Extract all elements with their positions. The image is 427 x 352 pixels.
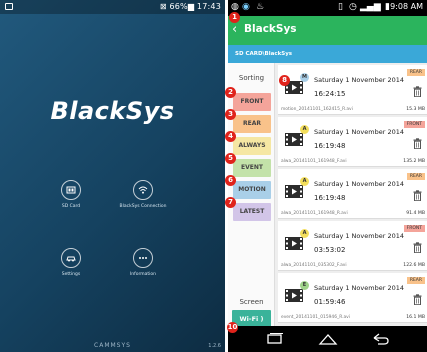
camera-tag: FRONT — [403, 121, 425, 128]
settings-label: Settings — [61, 272, 81, 277]
delete-icon[interactable] — [413, 190, 422, 201]
recording-type-badge: A — [300, 125, 309, 134]
file-time: 16:24:15 — [314, 90, 346, 98]
camera-tag: REAR — [406, 173, 425, 180]
delete-icon[interactable] — [413, 138, 422, 149]
file-name: event_20141101_015946_R.avi — [281, 315, 350, 320]
sd-card-label: SD Card — [61, 204, 81, 209]
wifi-icon — [138, 186, 148, 194]
bluetooth-icon: ◉ — [242, 2, 250, 12]
delete-icon[interactable] — [413, 242, 422, 253]
delete-icon[interactable] — [413, 86, 422, 97]
file-size: 135.2 MB — [403, 159, 425, 164]
app-title: BlackSys — [244, 23, 297, 35]
signal-icon: ▂▄▆ — [360, 2, 381, 12]
file-date: Saturday 1 November 2014 — [314, 128, 404, 136]
recording-type-badge: M — [300, 73, 309, 82]
file-size: 15.3 MB — [406, 107, 425, 112]
home-screen: ⊠ 66%▆ 17:43 BlackSys SD Card BlackSys C… — [0, 0, 225, 352]
file-name: alwa_20141101_161948_F.avi — [281, 159, 347, 164]
app-logo: BlackSys — [50, 97, 175, 125]
file-card[interactable]: REAR E Saturday 1 November 2014 01:59:46 eve… — [278, 273, 427, 323]
recording-type-badge: E — [300, 281, 309, 290]
file-name: alwa_20141101_035302_F.avi — [281, 263, 347, 268]
more-icon — [139, 257, 147, 259]
video-file-icon — [285, 237, 303, 250]
callout-6: 6 — [225, 175, 236, 186]
usb-icon: ♨ — [256, 2, 265, 12]
camera-tag: FRONT — [403, 225, 425, 232]
sorting-panel: Sorting FRONT REAR ALWAYS EVENT MOTION L… — [228, 63, 275, 328]
file-date: Saturday 1 November 2014 — [314, 284, 404, 292]
navigation-bar — [228, 326, 427, 352]
screen-label: Screen — [239, 298, 264, 306]
version-text: 1.2.6 — [208, 343, 221, 349]
sorting-label: Sorting — [238, 74, 265, 82]
file-card[interactable]: FRONT A Saturday 1 November 2014 03:53:02 al… — [278, 221, 427, 271]
sort-motion-button[interactable]: MOTION — [233, 181, 271, 199]
sd-card-icon — [66, 186, 76, 194]
home-status-text: ⊠ 66%▆ 17:43 — [159, 2, 221, 11]
file-time: 16:19:48 — [314, 194, 346, 202]
folder-path: SD CARD\BlackSys — [228, 45, 427, 63]
file-card[interactable]: REAR M Saturday 1 November 2014 16:24:15 mot… — [278, 65, 427, 115]
file-card[interactable]: FRONT A Saturday 1 November 2014 16:19:48 al… — [278, 117, 427, 167]
app-status-bar: ◍ ◉ ♨ ▯ ◷ ▂▄▆ ▮ 9:08 AM — [228, 0, 427, 16]
brand-text: CAMMSYS — [94, 342, 131, 349]
recording-type-badge: A — [300, 229, 309, 238]
file-date: Saturday 1 November 2014 — [314, 180, 404, 188]
home-status-bar: ⊠ 66%▆ 17:43 — [0, 0, 225, 14]
camera-tag: REAR — [406, 69, 425, 76]
sd-card-button[interactable]: SD Card — [46, 180, 96, 209]
settings-button[interactable]: Settings — [46, 248, 96, 277]
app-bar: ‹ BlackSys — [228, 16, 427, 45]
connection-button[interactable]: BlackSys Connection — [118, 180, 168, 209]
recent-apps-icon[interactable] — [266, 332, 284, 346]
delete-icon[interactable] — [413, 294, 422, 305]
callout-5: 5 — [225, 153, 236, 164]
file-size: 122.6 MB — [403, 263, 425, 268]
file-name: alwa_20141101_161948_R.avi — [281, 211, 348, 216]
sort-always-button[interactable]: ALWAYS — [233, 137, 271, 155]
camera-tag: REAR — [406, 277, 425, 284]
alarm-icon: ◷ — [349, 2, 357, 12]
file-size: 16.1 MB — [406, 315, 425, 320]
home-icon[interactable] — [318, 332, 338, 346]
video-file-icon — [285, 289, 303, 302]
vibrate-icon: ▯ — [338, 2, 343, 12]
file-time: 03:53:02 — [314, 246, 346, 254]
callout-7: 7 — [225, 197, 236, 208]
back-nav-icon[interactable] — [370, 332, 390, 346]
callout-1: 1 — [229, 12, 240, 23]
information-button[interactable]: Information — [118, 248, 168, 277]
video-file-icon — [285, 133, 303, 146]
file-size: 91.4 MB — [406, 211, 425, 216]
callout-4: 4 — [225, 131, 236, 142]
callout-3: 3 — [225, 109, 236, 120]
callout-8: 8 — [279, 75, 290, 86]
file-date: Saturday 1 November 2014 — [314, 76, 404, 84]
file-time: 01:59:46 — [314, 298, 346, 306]
sort-rear-button[interactable]: REAR — [233, 115, 271, 133]
sort-event-button[interactable]: EVENT — [233, 159, 271, 177]
file-date: Saturday 1 November 2014 — [314, 232, 404, 240]
information-label: Information — [129, 272, 157, 277]
recording-type-badge: A — [300, 177, 309, 186]
connection-label: BlackSys Connection — [119, 204, 167, 209]
file-card[interactable]: REAR A Saturday 1 November 2014 16:19:48 alw… — [278, 169, 427, 219]
file-browser-screen: ◍ ◉ ♨ ▯ ◷ ▂▄▆ ▮ 9:08 AM ‹ BlackSys SD CA… — [228, 0, 427, 352]
app-clock: 9:08 AM — [390, 2, 423, 11]
sort-latest-button[interactable]: LATEST — [233, 203, 271, 221]
callout-10: 10 — [227, 322, 238, 333]
file-list: REAR M Saturday 1 November 2014 16:24:15 mot… — [276, 63, 427, 326]
app-badge-icon: ◍ — [231, 2, 239, 12]
file-name: motion_20141101_162415_R.avi — [281, 107, 353, 112]
callout-2: 2 — [225, 87, 236, 98]
back-button[interactable]: ‹ — [232, 21, 237, 38]
video-file-icon — [285, 185, 303, 198]
notification-icon — [5, 3, 13, 10]
file-time: 16:19:48 — [314, 142, 346, 150]
car-icon — [66, 256, 76, 262]
sort-front-button[interactable]: FRONT — [233, 93, 271, 111]
